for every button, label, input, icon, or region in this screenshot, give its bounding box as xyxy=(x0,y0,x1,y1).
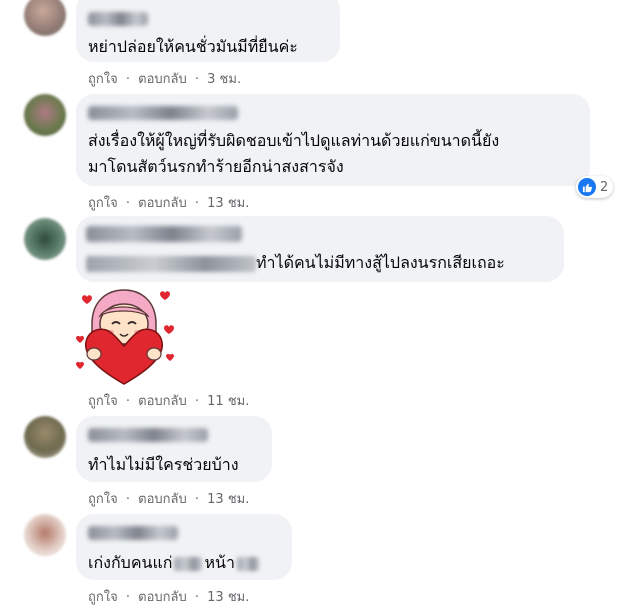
girl-holding-heart-sticker xyxy=(72,284,176,388)
avatar[interactable] xyxy=(24,0,66,36)
reaction-badge[interactable]: 2 xyxy=(576,176,614,198)
comment-actions: ถูกใจ · ตอบกลับ · 13 ชม. xyxy=(88,196,250,211)
avatar[interactable] xyxy=(24,94,66,136)
comment-actions: ถูกใจ · ตอบกลับ · 13 ชม. xyxy=(88,492,250,507)
like-link[interactable]: ถูกใจ xyxy=(88,72,118,87)
reply-link[interactable]: ตอบกลับ xyxy=(138,72,187,87)
comment-text-line-1: ส่งเรื่องให้ผู้ใหญ่ที่รับผิดชอบเข้าไปดูแ… xyxy=(88,131,500,150)
author-name[interactable] xyxy=(88,526,178,540)
censored-text xyxy=(86,255,256,272)
comment-bubble: ทำไมไม่มีใครช่วยบ้าง xyxy=(76,416,272,482)
avatar[interactable] xyxy=(24,218,66,260)
reply-link[interactable]: ตอบกลับ xyxy=(138,492,187,507)
comment-bubble: ส่งเรื่องให้ผู้ใหญ่ที่รับผิดชอบเข้าไปดูแ… xyxy=(76,94,590,186)
reaction-count: 2 xyxy=(600,179,609,195)
comment-time[interactable]: 13 ชม. xyxy=(207,196,249,211)
avatar[interactable] xyxy=(24,514,66,556)
like-link[interactable]: ถูกใจ xyxy=(88,492,118,507)
comment-text-line-2: มาโดนสัตว์นรกทำร้ายอีกน่าสงสารจัง xyxy=(88,157,344,176)
like-link[interactable]: ถูกใจ xyxy=(88,394,118,409)
comment-time[interactable]: 13 ชม. xyxy=(207,590,249,605)
comment-bubble: หย่าปล่อยให้คนชั่วมันมีที่ยืนค่ะ xyxy=(76,0,340,62)
censored-text xyxy=(174,556,203,571)
comment-time[interactable]: 11 ชม. xyxy=(207,394,249,409)
comment-text: ทำได้คนไม่มีทางสู้ไปลงนรกเสียเถอะ xyxy=(256,253,505,272)
comment-text: หย่าปล่อยให้คนชั่วมันมีที่ยืนค่ะ xyxy=(88,37,298,56)
comment-text: ทำไมไม่มีใครช่วยบ้าง xyxy=(88,455,239,474)
comment-actions: ถูกใจ · ตอบกลับ · 13 ชม. xyxy=(88,590,250,605)
author-name[interactable] xyxy=(88,428,208,442)
like-link[interactable]: ถูกใจ xyxy=(88,196,118,211)
comment-time[interactable]: 3 ชม. xyxy=(207,72,241,87)
author-name[interactable] xyxy=(88,12,148,26)
comment-actions: ถูกใจ · ตอบกลับ · 3 ชม. xyxy=(88,72,242,87)
author-name[interactable] xyxy=(86,226,242,242)
comment-bubble: ทำได้คนไม่มีทางสู้ไปลงนรกเสียเถอะ xyxy=(76,216,564,282)
like-link[interactable]: ถูกใจ xyxy=(88,590,118,605)
comment-bubble: เก่งกับคนแก่ หน้า xyxy=(76,514,292,580)
reply-link[interactable]: ตอบกลับ xyxy=(138,394,187,409)
reply-link[interactable]: ตอบกลับ xyxy=(138,196,187,211)
comment-time[interactable]: 13 ชม. xyxy=(207,492,249,507)
comment-text-continued: หน้า xyxy=(204,553,235,572)
avatar[interactable] xyxy=(24,416,66,458)
comment-actions: ถูกใจ · ตอบกลับ · 11 ชม. xyxy=(88,394,250,409)
comment-text: เก่งกับคนแก่ xyxy=(88,553,173,572)
censored-text xyxy=(236,556,259,571)
reply-link[interactable]: ตอบกลับ xyxy=(138,590,187,605)
like-icon xyxy=(578,178,596,196)
author-name[interactable] xyxy=(88,106,238,120)
